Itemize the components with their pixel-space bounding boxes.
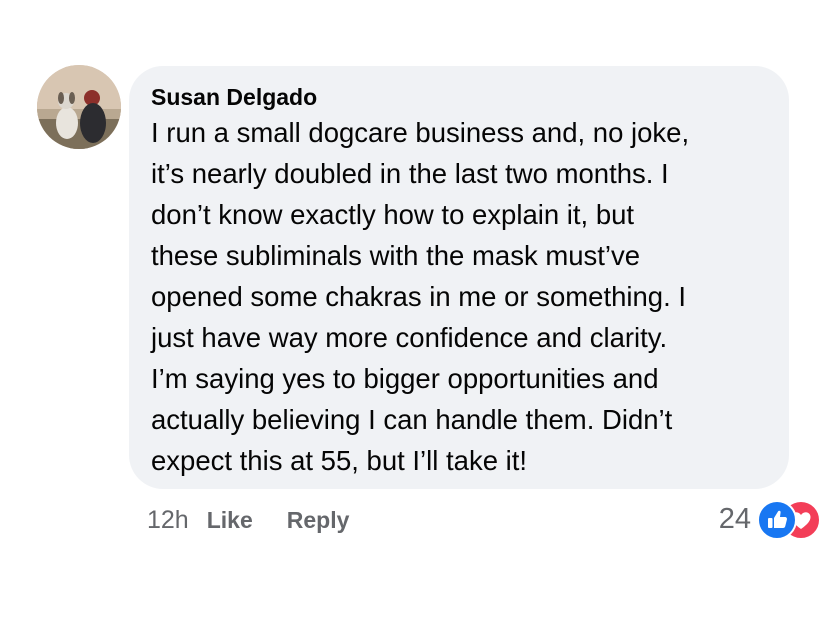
reactions-summary[interactable]: 24 <box>719 497 821 541</box>
like-icon <box>757 500 797 540</box>
reaction-count[interactable]: 24 <box>719 503 751 536</box>
comment-actions: 12h Like Reply <box>147 500 349 540</box>
comment-text-line: opened some chakras in me or something. … <box>151 281 687 312</box>
comment-timestamp[interactable]: 12h <box>147 506 189 535</box>
avatar[interactable] <box>37 65 121 149</box>
comment-text: I run a small dogcare business and, no j… <box>151 112 767 481</box>
reply-button[interactable]: Reply <box>287 507 350 534</box>
like-button[interactable]: Like <box>207 507 253 534</box>
comment-text-line: these subliminals with the mask must’ve <box>151 240 641 271</box>
comment-text-line: I’m saying yes to bigger opportunities a… <box>151 363 659 394</box>
reaction-icons[interactable] <box>757 499 821 540</box>
comment-text-line: expect this at 55, but I’ll take it! <box>151 445 528 476</box>
comment-bubble: Susan Delgado I run a small dogcare busi… <box>129 66 789 489</box>
comment-text-line: I run a small dogcare business and, no j… <box>151 117 690 148</box>
comment-text-line: it’s nearly doubled in the last two mont… <box>151 158 669 189</box>
comment-author[interactable]: Susan Delgado <box>151 84 767 110</box>
comment-text-line: don’t know exactly how to explain it, bu… <box>151 199 635 230</box>
comment-text-line: actually believing I can handle them. Di… <box>151 404 673 435</box>
comment-text-line: just have way more confidence and clarit… <box>151 322 668 353</box>
